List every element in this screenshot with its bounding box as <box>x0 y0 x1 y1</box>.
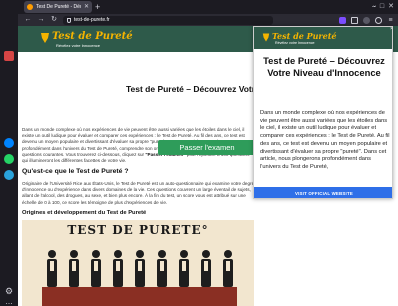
whatsapp-icon[interactable] <box>4 154 14 164</box>
gear-icon[interactable]: ⚙ <box>4 286 14 296</box>
pocket-icon[interactable] <box>351 16 358 24</box>
poster-figures <box>42 250 237 306</box>
shield-icon[interactable] <box>67 17 71 23</box>
tab-close-icon[interactable]: ✕ <box>84 4 89 10</box>
popup-header: Test de Pureté Révélez votre Innocence × <box>254 27 392 49</box>
logo-text: Test de Pureté <box>52 31 133 42</box>
popup-window: Test de Pureté Révélez votre Innocence ×… <box>253 26 393 199</box>
tab-title: Test De Pureté - Découvr <box>36 4 81 10</box>
section-paragraph: Originaire de l'Université Rice aux État… <box>22 181 255 205</box>
menu-icon[interactable]: ≡ <box>387 17 394 24</box>
logo-icon <box>41 33 49 43</box>
minimize-icon[interactable]: – <box>372 1 376 13</box>
maximize-icon[interactable]: □ <box>380 1 384 13</box>
toolbar-extensions: ≡ <box>339 15 394 25</box>
window-controls: – □ ✕ <box>372 1 394 13</box>
downloads-icon[interactable] <box>375 16 382 24</box>
forward-icon[interactable]: → <box>37 15 45 25</box>
logo-tagline: Révélez votre Innocence <box>56 43 101 48</box>
extension-icon[interactable] <box>339 16 346 24</box>
popup-title: Test de Pureté – Découvrez Votre Niveau … <box>263 55 385 78</box>
popup-logo-tagline: Révélez votre Innocence <box>275 41 315 45</box>
more-icon[interactable]: ⋯ <box>4 300 14 306</box>
take-test-button[interactable]: Passer l'examen <box>158 140 256 155</box>
browser-window: Test De Pureté - Découvr ✕ + ⌄ – □ ✕ ← →… <box>0 0 398 306</box>
reload-icon[interactable]: ↻ <box>50 15 58 25</box>
close-window-icon[interactable]: ✕ <box>388 1 394 13</box>
tab-strip: Test De Pureté - Découvr ✕ + ⌄ – □ ✕ <box>0 0 398 14</box>
favicon-icon <box>27 4 33 10</box>
tab-active[interactable]: Test De Pureté - Découvr ✕ <box>24 1 92 13</box>
navigation-bar: ← → ↻ test-de-purete.fr ≡ <box>0 14 398 26</box>
popup-logo-text: Test de Pureté <box>272 31 337 41</box>
back-icon[interactable]: ← <box>24 15 32 25</box>
sidebar-ai-icon[interactable] <box>4 51 14 61</box>
browser-sidebar: ⚙ ⋯ <box>0 14 18 306</box>
account-icon[interactable] <box>363 16 370 24</box>
messenger-icon[interactable] <box>4 138 14 148</box>
address-bar[interactable]: test-de-purete.fr <box>63 15 273 25</box>
new-tab-button[interactable]: + <box>95 1 100 13</box>
section-heading: Qu'est-ce que le Test de Pureté ? <box>22 168 129 175</box>
poster-title: TEST DE PURETE° <box>67 223 209 237</box>
popup-logo-icon <box>262 33 270 42</box>
visit-website-button[interactable]: VISIT OFFICIAL WEBSITE <box>254 187 392 198</box>
subheading: Origines et développement du Test de Pur… <box>22 210 147 216</box>
poster-image: TEST DE PURETE° <box>22 220 254 306</box>
telegram-icon[interactable] <box>4 170 14 180</box>
url-text: test-de-purete.fr <box>74 17 110 23</box>
popup-close-icon[interactable]: × <box>390 27 392 32</box>
popup-body: Dans un monde complexe où nos expérience… <box>260 110 390 170</box>
